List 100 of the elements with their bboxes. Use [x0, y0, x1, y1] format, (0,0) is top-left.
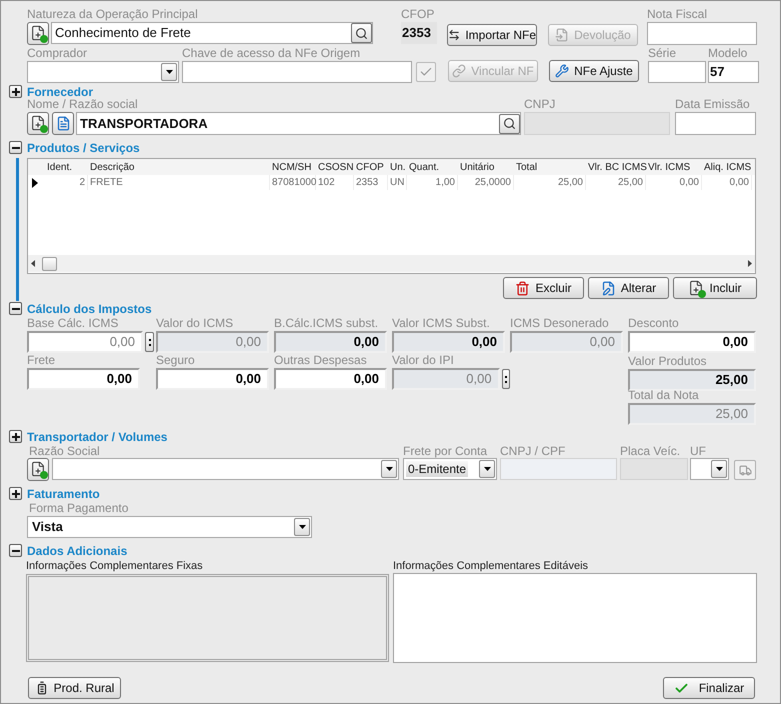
- model-field[interactable]: 57: [708, 61, 759, 83]
- horizontal-scrollbar[interactable]: [28, 255, 755, 272]
- field-label: Razão Social: [28, 445, 101, 458]
- dropdown-button[interactable]: [294, 518, 310, 536]
- field-label: Seguro: [156, 354, 196, 367]
- finish-button[interactable]: Finalizar: [663, 677, 755, 699]
- action-button[interactable]: Importar NFe: [447, 24, 537, 46]
- field-label: Informações Complementares Editáveis: [393, 560, 590, 573]
- section-title: Transportador / Volumes: [27, 428, 168, 446]
- field-label: Nome / Razão social: [27, 98, 139, 111]
- more-button[interactable]: [502, 369, 510, 389]
- access-key-field[interactable]: [182, 61, 412, 83]
- link-icon: [452, 64, 466, 78]
- field-label: Data Emissão: [675, 98, 751, 111]
- table-action-button[interactable]: Incluir: [673, 277, 757, 299]
- truck-icon: [738, 464, 752, 476]
- document-arrow-icon: [555, 28, 570, 42]
- amount-field[interactable]: 0,00: [27, 368, 140, 390]
- table-cell: FRETE: [88, 175, 270, 190]
- collapse-button[interactable]: [9, 141, 22, 154]
- field-label: UF: [690, 445, 707, 458]
- field-label: Base Cálc. ICMS: [27, 317, 120, 330]
- dropdown-button[interactable]: [479, 460, 495, 478]
- new-button[interactable]: [27, 112, 49, 135]
- invoice-number-field[interactable]: [647, 22, 757, 45]
- field-label: Desconto: [628, 317, 680, 330]
- field-label: Placa Veíc.: [620, 445, 682, 458]
- section-title: Dados Adicionais: [27, 542, 128, 560]
- amount-field[interactable]: 0,00: [628, 331, 756, 353]
- field-label: Forma Pagamento: [28, 502, 130, 515]
- search-button[interactable]: [499, 114, 520, 134]
- column-header[interactable]: CFOP: [354, 160, 388, 174]
- column-header[interactable]: CSOSN: [316, 160, 354, 174]
- column-header[interactable]: Total: [514, 160, 586, 174]
- field-label: CFOP: [401, 8, 436, 21]
- field-label: Série: [648, 47, 678, 60]
- details-button[interactable]: [52, 112, 74, 135]
- field-label: Natureza da Operação Principal: [27, 8, 199, 21]
- field-label: ICMS Desonerado: [510, 317, 610, 330]
- column-header[interactable]: Un.: [388, 160, 407, 174]
- dropdown-arrow-icon: [386, 467, 392, 471]
- column-header[interactable]: Quant.: [407, 160, 458, 174]
- trash-icon: [515, 280, 530, 296]
- cfop-field: 2353: [401, 22, 437, 44]
- supplier-field[interactable]: TRANSPORTADORA: [76, 112, 521, 135]
- column-header[interactable]: Vlr. BC ICMS: [586, 160, 646, 174]
- column-header[interactable]: Aliq. ICMS: [702, 160, 752, 174]
- collapse-button[interactable]: [9, 544, 22, 557]
- column-header[interactable]: NCM/SH: [270, 160, 316, 174]
- new-document-icon: [688, 280, 704, 296]
- field-label: Frete por Conta: [403, 445, 488, 458]
- table-cell: 2: [41, 175, 88, 190]
- dropdown-button[interactable]: [711, 460, 727, 478]
- column-header[interactable]: Ident.: [41, 160, 88, 174]
- new-button[interactable]: [27, 22, 49, 45]
- action-button[interactable]: NFe Ajuste: [549, 60, 639, 82]
- new-document-icon: [30, 461, 46, 478]
- field-label: Informações Complementares Fixas: [26, 560, 204, 573]
- scroll-thumb[interactable]: [42, 256, 57, 270]
- field-label: Valor do ICMS: [156, 317, 234, 330]
- dropdown-button[interactable]: [381, 460, 397, 478]
- table-cell: 87081000: [270, 175, 316, 190]
- field-label: Nota Fiscal: [647, 8, 708, 21]
- field-label: CNPJ: [524, 98, 556, 111]
- plate-field: [620, 458, 688, 480]
- table-cell: 25,00: [514, 175, 586, 190]
- series-field[interactable]: [648, 61, 706, 83]
- operation-field[interactable]: Conhecimento de Frete: [51, 22, 373, 44]
- field-label: CNPJ / CPF: [500, 445, 566, 458]
- table-action-button[interactable]: Excluir: [503, 277, 584, 299]
- document-icon: [600, 280, 616, 296]
- search-icon: [355, 26, 368, 40]
- column-header[interactable]: Vlr. ICMS: [646, 160, 702, 174]
- amount-field[interactable]: 0,00: [392, 331, 505, 353]
- amount-field[interactable]: 0,00: [156, 368, 269, 390]
- field-label: Outras Despesas: [274, 354, 368, 367]
- expand-button[interactable]: [9, 430, 22, 443]
- dropdown-arrow-icon: [298, 525, 306, 529]
- expand-button[interactable]: [9, 85, 22, 98]
- field-label: Modelo: [708, 47, 748, 60]
- search-button[interactable]: [351, 23, 372, 43]
- payment-dropdown[interactable]: Vista: [27, 516, 312, 538]
- new-button[interactable]: [27, 458, 49, 481]
- rural-producer-button[interactable]: Prod. Rural: [28, 677, 121, 699]
- column-header[interactable]: Descrição: [88, 160, 270, 174]
- expand-button[interactable]: [9, 487, 22, 500]
- collapse-button[interactable]: [9, 302, 22, 315]
- amount-field[interactable]: 25,00: [628, 369, 756, 391]
- table-cell: UN: [388, 175, 407, 190]
- freight-dropdown[interactable]: 0-Emitente: [403, 458, 497, 480]
- new-document-icon: [30, 115, 46, 132]
- amount-field[interactable]: 0,00: [274, 368, 387, 390]
- editable-info-textarea[interactable]: [393, 573, 757, 663]
- more-button[interactable]: [145, 332, 154, 352]
- table-action-button[interactable]: Alterar: [588, 277, 669, 299]
- dropdown-button[interactable]: [161, 63, 177, 81]
- amount-field[interactable]: 0,00: [274, 331, 387, 353]
- column-header[interactable]: Unitário: [458, 160, 514, 174]
- date-field[interactable]: [675, 112, 756, 135]
- table-row[interactable]: 2 FRETE 87081000 102 2353 UN 1,00 25,0000 25,00 25,00 0,00 0,00: [28, 175, 755, 190]
